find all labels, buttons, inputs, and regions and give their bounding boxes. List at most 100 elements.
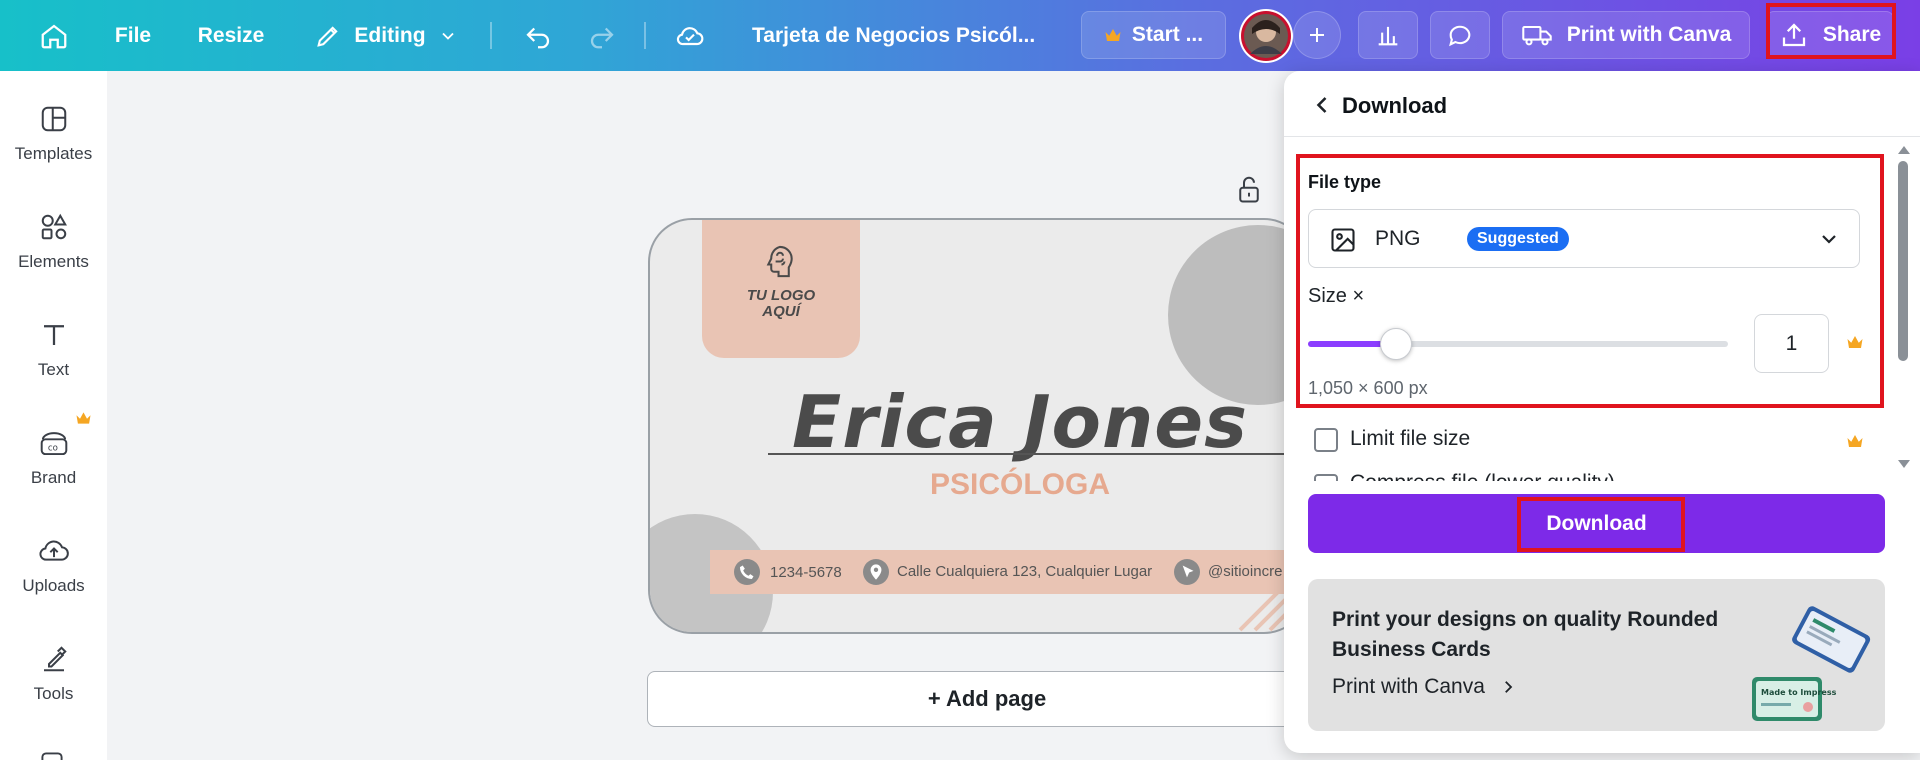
size-slider-thumb[interactable]: [1380, 328, 1413, 360]
download-button[interactable]: Download: [1308, 494, 1885, 553]
start-label: Start ...: [1131, 23, 1204, 46]
cloud-save-status[interactable]: [670, 0, 710, 71]
panel-scrollbar[interactable]: [1890, 131, 1916, 481]
sidebar-item-brand[interactable]: co Brand: [0, 428, 107, 488]
phone-icon: [734, 559, 760, 585]
crown-icon: [1105, 29, 1121, 41]
promo-title: Print your designs on quality Rounded Bu…: [1332, 608, 1719, 661]
pencil-icon: [317, 25, 339, 47]
compress-option-clipped: Compress file (lower quality): [1284, 471, 1894, 481]
back-button[interactable]: [1308, 91, 1336, 119]
svg-text:co: co: [47, 443, 57, 453]
redo-button[interactable]: [582, 0, 622, 71]
templates-icon: [41, 106, 66, 132]
tools-icon: [43, 646, 67, 672]
sidebar-item-templates[interactable]: Templates: [0, 104, 107, 164]
undo-icon: [526, 27, 550, 48]
name-underline: [768, 453, 1298, 455]
top-bar: File Resize Editing Tarjeta de Negocios …: [0, 0, 1920, 71]
compress-label: Compress file (lower quality): [1350, 471, 1615, 481]
crown-icon: [76, 412, 91, 424]
file-type-value: PNG: [1375, 227, 1421, 250]
contact-strip: 1234-5678 Calle Cualquiera 123, Cualquie…: [710, 550, 1306, 594]
card-address: Calle Cualquiera 123, Cualquier Lugar: [897, 563, 1153, 580]
chevron-down-icon: [1822, 235, 1836, 244]
home-button[interactable]: [32, 0, 76, 71]
sidebar-item-uploads[interactable]: Uploads: [0, 536, 107, 596]
image-icon: [1331, 228, 1355, 252]
chevron-right-icon: [1505, 681, 1513, 693]
scrollbar-thumb[interactable]: [1898, 161, 1908, 361]
promo-link-label: Print with Canva: [1332, 675, 1485, 698]
compress-checkbox[interactable]: [1314, 474, 1338, 481]
add-collaborator-button[interactable]: [1293, 11, 1341, 59]
scroll-up-icon[interactable]: [1897, 145, 1911, 155]
sidebar-item-label: Elements: [18, 252, 89, 271]
download-panel: Download File type PNG Suggested Size × …: [1284, 71, 1920, 753]
document-title[interactable]: Tarjeta de Negocios Psicól...: [752, 0, 1042, 71]
print-label: Print with Canva: [1566, 23, 1732, 46]
logo-text-line2: AQUÍ: [762, 303, 800, 320]
logo-block: TU LOGO AQUÍ: [702, 220, 860, 358]
promo-link[interactable]: Print with Canva: [1332, 675, 1517, 699]
avatar[interactable]: [1238, 8, 1294, 64]
crown-icon: [1847, 435, 1863, 447]
size-input[interactable]: 1: [1754, 314, 1829, 373]
sidebar-item-label: Text: [37, 360, 70, 379]
file-menu[interactable]: File: [110, 0, 156, 71]
divider: [644, 22, 646, 49]
chevron-down-icon: [441, 32, 454, 40]
card-web: @sitioincre: [1208, 563, 1283, 580]
card-name: Erica Jones: [792, 380, 1248, 464]
limit-file-size-checkbox[interactable]: [1314, 428, 1338, 452]
sidebar-item-label: Tools: [33, 684, 74, 703]
divider: [490, 22, 492, 49]
undo-button[interactable]: [518, 0, 558, 71]
comments-button[interactable]: [1430, 11, 1490, 59]
redo-icon: [590, 27, 614, 48]
limit-file-size-label: Limit file size: [1350, 427, 1471, 450]
sidebar-item-elements[interactable]: Elements: [0, 212, 107, 272]
uploads-icon: [38, 540, 69, 561]
elements-icon: [41, 213, 67, 240]
home-icon: [41, 24, 67, 48]
print-promo-card[interactable]: Print your designs on quality Rounded Bu…: [1308, 579, 1885, 731]
upload-share-icon: [1782, 23, 1805, 47]
start-trial-button[interactable]: Start ...: [1081, 11, 1226, 59]
left-sidebar: Templates Elements Text co Brand Uploads…: [0, 71, 107, 760]
sidebar-item-text[interactable]: Text: [0, 320, 107, 380]
promo-card-text: Made to Impress: [1761, 688, 1837, 697]
sidebar-item-label: Templates: [14, 144, 93, 163]
editing-mode-dropdown[interactable]: Editing: [306, 0, 466, 71]
insights-button[interactable]: [1358, 11, 1418, 59]
suggested-badge: Suggested: [1467, 227, 1569, 251]
brand-icon: co: [40, 432, 67, 456]
panel-header: Download: [1284, 71, 1920, 137]
business-card-design[interactable]: TU LOGO AQUÍ Erica Jones PSICÓLOGA 1234-…: [648, 218, 1308, 634]
scroll-down-icon[interactable]: [1897, 459, 1911, 469]
unlock-icon[interactable]: [1236, 174, 1262, 204]
avatar-image: [1239, 9, 1293, 63]
chevron-left-icon: [1316, 97, 1327, 113]
add-page-button[interactable]: + Add page: [647, 671, 1327, 727]
size-label: Size ×: [1308, 285, 1365, 307]
logo-text-line1: TU LOGO: [746, 287, 816, 304]
share-button[interactable]: Share: [1766, 11, 1894, 59]
print-with-canva-button[interactable]: Print with Canva: [1502, 11, 1750, 59]
card-phone: 1234-5678: [770, 564, 842, 581]
cursor-icon: [1174, 559, 1200, 585]
truck-icon: [1521, 25, 1552, 46]
size-slider[interactable]: [1308, 328, 1728, 360]
file-type-select[interactable]: PNG Suggested: [1308, 209, 1860, 268]
crown-icon: [1847, 336, 1863, 348]
location-pin-icon: [863, 559, 889, 585]
more-apps-icon[interactable]: [37, 751, 67, 760]
sidebar-item-label: Uploads: [22, 576, 85, 595]
resize-button[interactable]: Resize: [194, 0, 268, 71]
file-type-label: File type: [1308, 172, 1382, 192]
share-label: Share: [1822, 23, 1882, 46]
business-cards-illustration: Made to Impress: [1752, 606, 1871, 721]
dimensions-text: 1,050 × 600 px: [1308, 378, 1428, 398]
panel-title: Download: [1342, 93, 1448, 118]
sidebar-item-tools[interactable]: Tools: [0, 644, 107, 704]
